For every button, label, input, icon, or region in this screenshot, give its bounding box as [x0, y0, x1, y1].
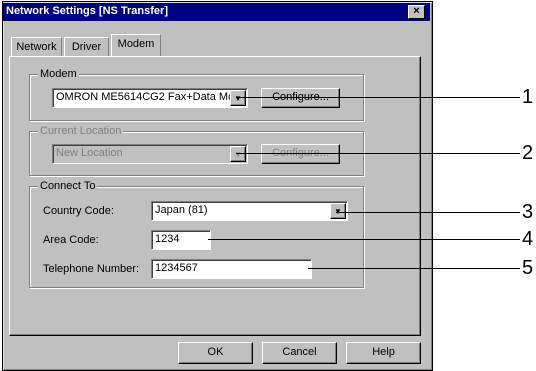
callout-number-5: 5 — [522, 257, 534, 279]
callout-number-4: 4 — [522, 228, 534, 250]
cancel-button[interactable]: Cancel — [262, 342, 337, 364]
telephone-number-field[interactable]: 1234567 — [151, 259, 312, 279]
callout-line-2 — [236, 153, 520, 154]
tab-modem[interactable]: Modem — [111, 34, 161, 56]
callout-number-3: 3 — [522, 201, 534, 223]
close-icon[interactable]: × — [408, 5, 425, 19]
country-dropdown-icon[interactable]: ▼ — [330, 203, 346, 219]
callout-number-2: 2 — [522, 142, 534, 164]
modem-configure-button[interactable]: Configure... — [261, 88, 340, 108]
country-code-select[interactable]: Japan (81) — [151, 201, 348, 221]
callout-line-4 — [208, 239, 520, 240]
callout-number-1: 1 — [522, 86, 534, 108]
modem-dropdown-icon[interactable]: ▼ — [230, 90, 246, 106]
callout-line-5 — [308, 268, 520, 269]
callout-line-3 — [336, 212, 520, 213]
location-configure-button[interactable]: Configure... — [261, 144, 340, 164]
connect-group-label: Connect To — [38, 180, 98, 192]
area-code-field[interactable]: 1234 — [151, 230, 211, 250]
modem-group-label: Modem — [38, 68, 79, 80]
tab-driver[interactable]: Driver — [64, 37, 109, 57]
help-button[interactable]: Help — [346, 342, 421, 364]
location-dropdown-icon[interactable]: ▼ — [230, 146, 246, 162]
tab-network[interactable]: Network — [11, 37, 62, 57]
modem-select[interactable]: OMRON ME5614CG2 Fax+Data Mc — [52, 88, 248, 108]
location-select[interactable]: New Location — [52, 144, 248, 164]
window-title: Network Settings [NS Transfer] — [6, 5, 168, 17]
telephone-number-label: Telephone Number: — [43, 263, 140, 275]
ok-button[interactable]: OK — [178, 342, 253, 364]
callout-line-1 — [236, 97, 520, 98]
area-code-label: Area Code: — [43, 234, 99, 246]
location-group-label: Current Location — [38, 125, 124, 137]
country-code-label: Country Code: — [43, 205, 114, 217]
